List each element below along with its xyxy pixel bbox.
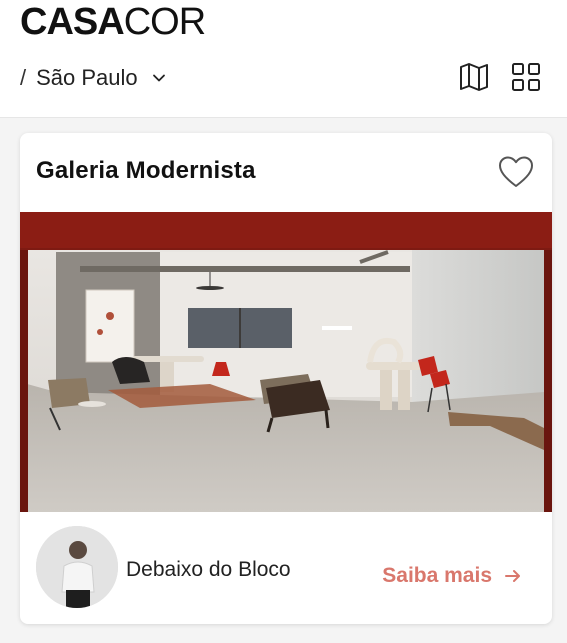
- top-header: CASACOR / São Paulo: [0, 0, 567, 118]
- map-icon: [460, 63, 488, 91]
- saiba-mais-link[interactable]: Saiba mais: [382, 564, 522, 588]
- environment-card[interactable]: Galeria Modernista Debaixo do Bloco Saib…: [20, 133, 552, 624]
- arrow-right-icon: [505, 570, 520, 582]
- avatar[interactable]: [36, 526, 118, 608]
- card-footer: Debaixo do Bloco Saiba mais: [20, 512, 552, 624]
- chevron-down-icon: [152, 74, 165, 82]
- logo-part-light: COR: [123, 1, 206, 43]
- environment-photo[interactable]: [20, 212, 552, 512]
- city-selector[interactable]: / São Paulo: [20, 62, 166, 94]
- author-name[interactable]: Debaixo do Bloco: [126, 558, 291, 582]
- author-photo: [36, 526, 118, 608]
- map-view-button[interactable]: [457, 60, 491, 94]
- room-illustration: [20, 212, 552, 512]
- heart-icon[interactable]: [498, 155, 534, 189]
- saiba-mais-label: Saiba mais: [382, 564, 492, 587]
- breadcrumb-separator: /: [20, 65, 27, 90]
- card-title: Galeria Modernista: [36, 157, 256, 184]
- grid-view-button[interactable]: [509, 60, 543, 94]
- city-label: São Paulo: [36, 65, 138, 90]
- casacor-logo[interactable]: CASACOR: [20, 1, 206, 43]
- grid-icon: [512, 63, 540, 91]
- logo-part-bold: CASA: [20, 1, 125, 43]
